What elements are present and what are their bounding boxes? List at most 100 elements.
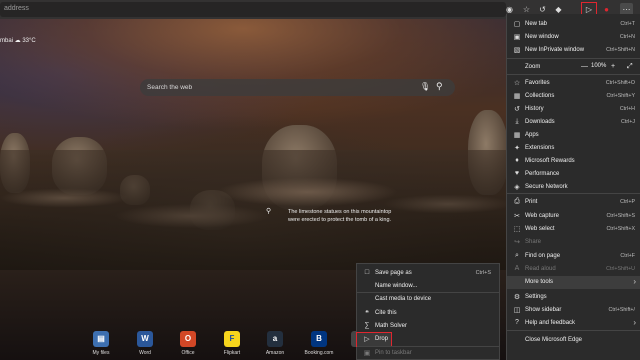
menu-item-zoom: Zoom —100% + ⤢: [507, 61, 640, 74]
microphone-icon[interactable]: 🎙: [420, 82, 430, 91]
new-window-icon: ▣: [513, 34, 521, 41]
menu-item-new-tab[interactable]: ▢ New tab Ctrl+T: [507, 18, 640, 31]
menu-item-extensions[interactable]: ✦ Extensions: [507, 142, 640, 155]
sidebar-icon: ◫: [513, 307, 521, 314]
more-tools-item-pin-to-taskbar[interactable]: ▣ Pin to taskbar: [357, 347, 499, 360]
address-bar[interactable]: address: [0, 2, 506, 17]
share-icon: ↪: [514, 239, 520, 246]
search-icon[interactable]: ⚲: [436, 81, 443, 92]
search-placeholder: Search the web: [147, 84, 193, 91]
menu-item-settings[interactable]: ⚙ Settings: [507, 291, 640, 304]
chevron-right-icon: ›: [633, 318, 636, 327]
more-tools-item-save-page-as[interactable]: □ Save page as Ctrl+S: [357, 267, 499, 280]
menu-item-show-sidebar[interactable]: ◫ Show sidebar Ctrl+Shift+/: [507, 304, 640, 317]
menu-item-label: Help and feedback: [525, 320, 576, 326]
menu-item-downloads[interactable]: ⤓ Downloads Ctrl+J: [507, 116, 640, 129]
menu-item-label: History: [525, 106, 544, 112]
menu-item-web-select[interactable]: ⬚ Web select Ctrl+Shift+X: [507, 223, 640, 236]
menu-item-print[interactable]: ⎙ Print Ctrl+P: [507, 196, 640, 209]
menu-item-shortcut: Ctrl+N: [619, 34, 635, 40]
tile-label: My files: [92, 350, 110, 356]
tile-label: Flipkart: [223, 350, 241, 356]
print-icon: ⎙: [514, 198, 520, 205]
menu-item-label: Collections: [525, 93, 555, 99]
menu-item-label: Downloads: [525, 119, 555, 125]
quick-link-tile[interactable]: a Amazon: [258, 331, 292, 356]
more-tools-item-cite-this[interactable]: ❝ Cite this: [357, 307, 499, 320]
more-tools-item-math-solver[interactable]: ∑ Math Solver: [357, 320, 499, 333]
help-icon: ?: [515, 319, 519, 326]
menu-item-label: Microsoft Rewards: [525, 158, 575, 164]
menu-item-label: More tools: [525, 279, 554, 285]
menu-item-shortcut: Ctrl+Shift+N: [606, 47, 635, 53]
zoom-in-button[interactable]: +: [611, 63, 615, 70]
tile-label: Booking.com: [304, 350, 334, 356]
menu-item-label: Cite this: [375, 310, 397, 316]
more-tools-submenu: □ Save page as Ctrl+S Name window... Cast me…: [356, 263, 500, 360]
menu-item-shortcut: Ctrl+Shift+O: [605, 80, 635, 86]
web-capture-icon: ✂: [514, 213, 520, 220]
quick-link-tile[interactable]: B Booking.com: [302, 331, 336, 356]
menu-item-history[interactable]: ↺ History Ctrl+H: [507, 103, 640, 116]
menu-item-close-microsoft-edge[interactable]: Close Microsoft Edge: [507, 334, 640, 347]
menu-item-label: Drop: [375, 336, 389, 342]
menu-item-find-on-page[interactable]: ⌕ Find on page Ctrl+F: [507, 250, 640, 263]
menu-item-favorites[interactable]: ☆ Favorites Ctrl+Shift+O: [507, 77, 640, 90]
menu-item-more-tools[interactable]: More tools ›: [507, 276, 640, 289]
history-icon: ↺: [514, 106, 520, 113]
fullscreen-icon[interactable]: ⤢: [627, 63, 633, 71]
menu-item-label: Share: [525, 239, 542, 245]
menu-item-share[interactable]: ↪ Share: [507, 236, 640, 249]
quick-link-tile[interactable]: W Word: [128, 331, 162, 356]
tile-icon: O: [180, 331, 196, 347]
menu-item-read-aloud[interactable]: A Read aloud Ctrl+Shift+U: [507, 263, 640, 276]
menu-item-label: Find on page: [525, 253, 561, 259]
menu-item-apps[interactable]: ▦ Apps: [507, 129, 640, 142]
weather-widget[interactable]: mbai ☁ 33°C: [0, 37, 36, 44]
zoom-out-button[interactable]: —: [581, 63, 588, 70]
menu-item-label: Cast media to device: [375, 296, 432, 302]
tile-icon: F: [224, 331, 240, 347]
menu-item-shortcut: Ctrl+T: [620, 21, 635, 27]
menu-item-label: Web select: [525, 226, 555, 232]
quick-link-tile[interactable]: O Office: [171, 331, 205, 356]
menu-item-shortcut: Ctrl+Shift+X: [606, 226, 635, 232]
math-icon: ∑: [364, 322, 370, 329]
web-select-icon: ⬚: [513, 226, 521, 233]
menu-item-shortcut: Ctrl+F: [620, 253, 635, 259]
menu-item-microsoft-rewards[interactable]: ♦ Microsoft Rewards: [507, 155, 640, 168]
menu-item-shortcut: Ctrl+Shift+S: [606, 213, 635, 219]
caption-text: The limestone statues on this mountainto…: [288, 209, 392, 223]
search-icon: ⚲: [266, 208, 272, 215]
menu-item-help-and-feedback[interactable]: ? Help and feedback ›: [507, 317, 640, 330]
menu-item-collections[interactable]: ▦ Collections Ctrl+Shift+Y: [507, 90, 640, 103]
new-tab-icon: ▢: [513, 21, 521, 28]
menu-item-label: Apps: [525, 132, 539, 138]
quick-link-tile[interactable]: F Flipkart: [215, 331, 249, 356]
menu-item-label: Favorites: [525, 80, 550, 86]
menu-item-shortcut: Ctrl+Shift+Y: [606, 93, 635, 99]
pin-icon: ▣: [363, 350, 371, 357]
more-tools-item-cast-media-to-device[interactable]: Cast media to device: [357, 293, 499, 306]
menu-divider: [507, 330, 640, 331]
settings-icon: ⚙: [513, 294, 521, 301]
collections-icon: ▦: [513, 93, 521, 100]
quick-link-tile[interactable]: ▤ My files: [84, 331, 118, 356]
tile-icon: B: [311, 331, 327, 347]
menu-divider: [507, 58, 640, 59]
drop-icon: ▷: [364, 336, 370, 343]
image-caption[interactable]: ⚲ The limestone statues on this mountain…: [266, 208, 398, 224]
menu-item-web-capture[interactable]: ✂ Web capture Ctrl+Shift+S: [507, 210, 640, 223]
menu-item-shortcut: Ctrl+H: [619, 106, 635, 112]
secure-network-icon: ◈: [514, 184, 520, 191]
menu-item-new-window[interactable]: ▣ New window Ctrl+N: [507, 31, 640, 44]
search-box[interactable]: Search the web 🎙 ⚲: [140, 79, 455, 96]
more-tools-item-drop[interactable]: ▷ Drop: [356, 332, 392, 347]
menu-item-secure-network[interactable]: ◈ Secure Network: [507, 181, 640, 194]
menu-item-new-inprivate-window[interactable]: ▧ New InPrivate window Ctrl+Shift+N: [507, 44, 640, 57]
menu-item-label: Extensions: [525, 145, 555, 151]
menu-item-performance[interactable]: ♥ Performance: [507, 168, 640, 181]
menu-item-label: Secure Network: [525, 184, 568, 190]
menu-item-shortcut: Ctrl+P: [620, 199, 635, 205]
menu-item-label: Pin to taskbar: [375, 350, 412, 356]
